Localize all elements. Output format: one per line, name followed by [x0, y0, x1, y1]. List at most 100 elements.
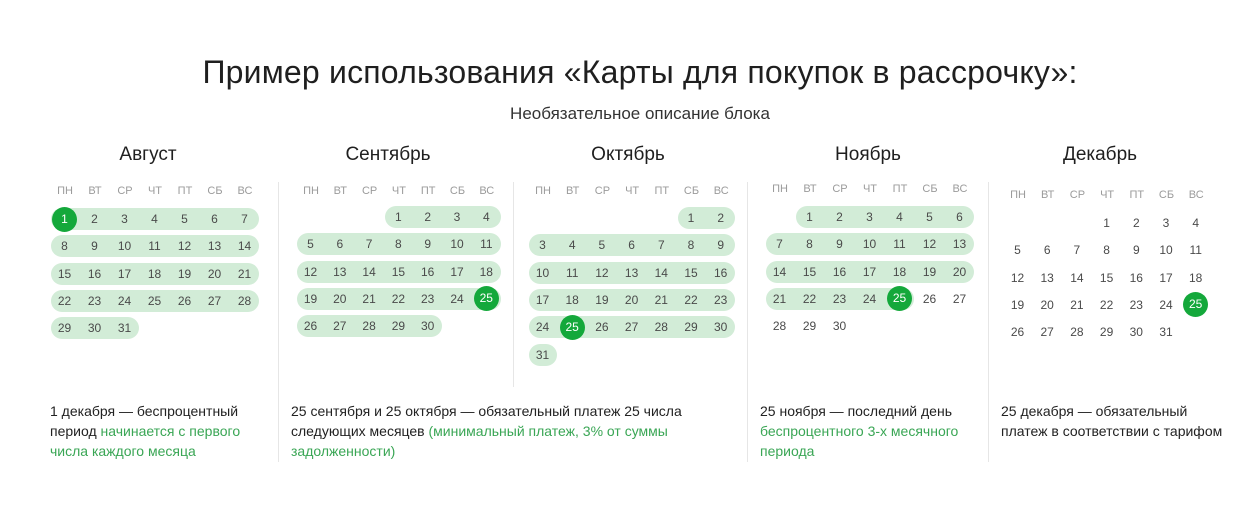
calendar-day: 29	[1099, 325, 1114, 340]
weekday-label: ВТ	[1041, 189, 1055, 201]
note-highlight: беспроцентного 3-х месячного периода	[760, 423, 959, 459]
calendar-day: 16	[87, 266, 102, 281]
highlighted-day: 25	[1183, 292, 1209, 318]
calendar-day: 14	[362, 264, 376, 279]
calendar-day: 16	[832, 264, 847, 279]
calendar-day: 5	[1014, 243, 1021, 258]
calendar-day: 2	[1132, 216, 1140, 230]
calendar-day: 22	[391, 291, 406, 306]
calendar-day: 10	[1159, 243, 1173, 258]
calendar-day: 9	[836, 237, 843, 252]
weekday-label: ПН	[303, 185, 319, 197]
calendar-day: 3	[453, 210, 461, 224]
calendar-day: 22	[684, 292, 698, 307]
calendar-day: 9	[424, 237, 432, 252]
calendar-day: 4	[1192, 216, 1200, 230]
weekday-label: ВС	[952, 183, 968, 195]
calendar-day: 20	[952, 264, 967, 279]
calendar-day: 29	[684, 320, 698, 335]
calendar-day: 5	[181, 212, 188, 226]
calendar-day: 7	[365, 237, 373, 252]
calendar-day: 31	[1159, 325, 1173, 340]
calendar-day: 4	[568, 238, 576, 253]
calendar-day: 7	[776, 237, 783, 252]
calendar-day: 12	[177, 239, 192, 254]
weekday-label: ЧТ	[625, 185, 640, 197]
highlighted-day: 25	[559, 314, 585, 340]
divider	[988, 182, 989, 462]
calendar-day: 27	[333, 319, 347, 334]
highlighted-day: 1	[52, 206, 77, 232]
weekday-label: ЧТ	[391, 185, 406, 197]
calendar-day: 30	[832, 319, 847, 334]
calendar-day: 1	[395, 210, 402, 224]
calendar-day: 15	[391, 264, 406, 279]
weekday-label: ПТ	[654, 185, 670, 197]
weekday-label: ВС	[479, 185, 495, 197]
calendar-day: 31	[117, 321, 132, 336]
month-name: Ноябрь	[835, 144, 901, 165]
calendar-day: 8	[1103, 243, 1110, 258]
calendar-day: 13	[333, 264, 347, 279]
calendar-day: 17	[450, 264, 464, 279]
weekday-label: СР	[361, 185, 378, 197]
calendar-day: 13	[207, 239, 222, 254]
calendar-day: 5	[926, 210, 933, 224]
calendar-day: 4	[896, 210, 903, 224]
calendar-day: 10	[450, 237, 464, 252]
calendar-day: 8	[687, 238, 695, 253]
calendar-day: 30	[421, 319, 435, 334]
calendar-day: 1	[687, 211, 695, 225]
weekday-label: ПТ	[892, 183, 908, 195]
calendar-day: 19	[595, 292, 609, 307]
note-text: 25 декабря — обязательный платеж в соотв…	[1001, 403, 1223, 439]
calendar-day: 5	[598, 238, 606, 253]
weekday-label: ВС	[237, 185, 253, 197]
calendar-day: 9	[91, 239, 98, 254]
calendar-day: 29	[391, 319, 406, 334]
calendar-day: 26	[595, 320, 609, 335]
calendar-day: 11	[893, 237, 906, 252]
weekday-label: СР	[1069, 189, 1086, 201]
calendar-day: 19	[922, 264, 937, 279]
calendar-day: 26	[1010, 325, 1025, 340]
calendar-day: 14	[772, 264, 787, 279]
calendar-day: 12	[922, 237, 937, 252]
calendar-day: 27	[207, 293, 222, 308]
calendar-day: 17	[862, 264, 877, 279]
weekday-label: ЧТ	[1100, 189, 1115, 201]
calendar-day: 20	[1040, 297, 1054, 312]
calendar-day: 23	[87, 293, 102, 308]
calendar-day: 13	[1040, 270, 1054, 285]
calendar-day: 18	[1189, 270, 1203, 285]
note-august: 1 декабря — беспроцентный период начинае…	[50, 401, 260, 461]
calendar-day: 30	[714, 320, 728, 335]
calendar-day: 24	[450, 291, 464, 306]
month-name: Октябрь	[591, 144, 665, 165]
calendar-day: 21	[1070, 297, 1084, 312]
calendar-day: 14	[654, 265, 668, 280]
weekday-label: СР	[117, 185, 133, 197]
calendar-day: 11	[148, 239, 161, 254]
calendar-day: 8	[61, 239, 68, 254]
calendar-day: 22	[1099, 297, 1114, 312]
calendar-day: 31	[535, 347, 550, 362]
weekday-label: ВТ	[88, 185, 102, 197]
weekday-label: ЧТ	[862, 183, 878, 195]
calendar-day: 24	[535, 320, 550, 335]
calendar-day: 23	[832, 291, 847, 306]
weekday-label: ВТ	[803, 183, 817, 195]
calendar-day: 19	[177, 266, 192, 281]
month-name: Сентябрь	[345, 144, 431, 165]
calendar-day: 14	[237, 239, 252, 254]
calendar-day: 28	[1070, 325, 1084, 340]
calendar-day: 21	[362, 291, 376, 306]
calendar-day: 11	[565, 265, 579, 280]
calendar-day: 16	[421, 264, 435, 279]
calendar-day: 5	[307, 237, 314, 252]
calendar-day: 27	[624, 320, 639, 335]
calendar-day: 19	[1010, 297, 1025, 312]
calendar-day: 1	[1103, 216, 1110, 230]
calendar-day: 1	[806, 210, 813, 224]
weekday-label: СБ	[207, 185, 223, 197]
